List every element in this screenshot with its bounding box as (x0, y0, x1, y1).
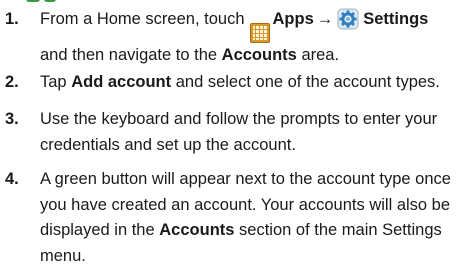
settings-label: Settings (363, 10, 429, 28)
step-line: From a Home screen, touch Apps → Setting… (40, 7, 469, 44)
step-line: menu. (40, 246, 86, 265)
step-2-suffix: and select one of the account types. (175, 73, 440, 91)
step-text: A green button will appear next to the a… (40, 167, 469, 269)
step-number: 3. (5, 110, 19, 128)
step-line: displayed in the Accounts section of the… (40, 218, 469, 244)
add-account-label: Add account (71, 73, 172, 91)
step-4-line3-prefix: displayed in the (40, 221, 155, 239)
apps-grid-icon (249, 23, 270, 44)
step-text: Tap Add account and select one of the ac… (40, 70, 469, 96)
step-4-line3-suffix: section of the main Settings (239, 221, 442, 239)
step-number: 4. (5, 170, 19, 188)
step-line: Use the keyboard and follow the prompts … (40, 110, 438, 128)
step-1-line2-suffix: area. (301, 46, 340, 65)
step-number: 1. (5, 10, 19, 28)
accounts-label: Accounts (221, 46, 297, 65)
step-line: credentials and set up the account. (40, 135, 296, 154)
step-1-line2-prefix: and then navigate to the (40, 46, 218, 65)
step-text: Use the keyboard and follow the prompts … (40, 107, 469, 158)
apps-label: Apps (272, 10, 314, 28)
step-text: From a Home screen, touch Apps → Setting… (40, 7, 469, 69)
accounts-section-label: Accounts (159, 221, 235, 239)
step-number: 2. (5, 73, 19, 91)
step-line: you have created an account. Your accoun… (40, 195, 451, 214)
settings-gear-icon (337, 8, 359, 30)
step-2-prefix: Tap (40, 73, 67, 91)
heading-fragment (26, 0, 146, 3)
step-1-prefix: From a Home screen, touch (40, 10, 245, 28)
step-line: A green button will appear next to the a… (40, 170, 451, 188)
arrow-icon: → (316, 10, 334, 28)
step-line: and then navigate to the Accounts area. (40, 43, 469, 69)
